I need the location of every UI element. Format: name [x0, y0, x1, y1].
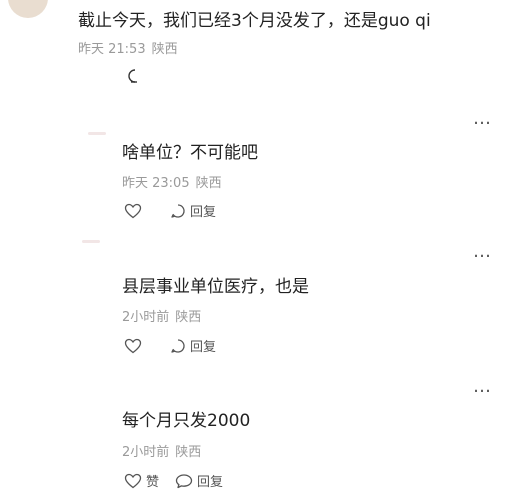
- like-button[interactable]: [124, 338, 142, 354]
- more-options-button[interactable]: …: [473, 378, 492, 396]
- reply-actions: 回复: [124, 336, 216, 355]
- like-button[interactable]: [124, 203, 142, 219]
- reply-text: 啥单位？不可能吧: [122, 143, 258, 163]
- comment-bubble-icon: [170, 203, 186, 219]
- reply-meta: 2小时前 陕西: [122, 441, 201, 460]
- like-button-label: 赞: [146, 475, 160, 490]
- heart-icon: [124, 338, 142, 354]
- reply-button-label: 回复: [190, 205, 217, 220]
- reply-button-label: 回复: [190, 340, 217, 355]
- reply-button[interactable]: 回复: [170, 336, 216, 355]
- reply-actions: 回复: [124, 201, 216, 220]
- reply-time: 昨天 23:05: [122, 176, 190, 191]
- reply-meta: 昨天 23:05 陕西: [122, 172, 222, 191]
- reply-button[interactable]: 回复: [175, 471, 223, 490]
- like-button[interactable]: 赞: [124, 471, 159, 490]
- more-options-button[interactable]: …: [473, 110, 492, 128]
- loading-spinner-icon: [126, 68, 138, 88]
- heart-icon: [124, 473, 142, 489]
- heart-icon: [124, 203, 142, 219]
- comment-location: 陕西: [151, 42, 178, 57]
- comment-meta: 昨天 21:53 陕西: [78, 38, 178, 57]
- more-options-button[interactable]: …: [473, 243, 492, 261]
- reply-avatar[interactable]: [88, 132, 106, 135]
- reply-button-label: 回复: [197, 475, 224, 490]
- reply-actions: 赞 回复: [124, 471, 223, 490]
- reply-button[interactable]: 回复: [170, 201, 216, 220]
- comment-bubble-icon: [170, 338, 186, 354]
- reply-location: 陕西: [175, 310, 202, 325]
- reply-time: 2小时前: [122, 310, 170, 325]
- reply-text: 县层事业单位医疗，也是: [122, 277, 309, 297]
- reply-location: 陕西: [195, 176, 222, 191]
- avatar[interactable]: [8, 0, 48, 18]
- comment-text: 截止今天，我们已经3个月没发了，还是guo qi: [78, 11, 431, 31]
- comment-time: 昨天 21:53: [78, 42, 146, 57]
- reply-text: 每个月只发2000: [122, 411, 251, 431]
- reply-time: 2小时前: [122, 445, 170, 460]
- reply-location: 陕西: [175, 445, 202, 460]
- reply-avatar[interactable]: [82, 240, 100, 243]
- comment-bubble-icon: [175, 473, 193, 489]
- reply-meta: 2小时前 陕西: [122, 306, 201, 325]
